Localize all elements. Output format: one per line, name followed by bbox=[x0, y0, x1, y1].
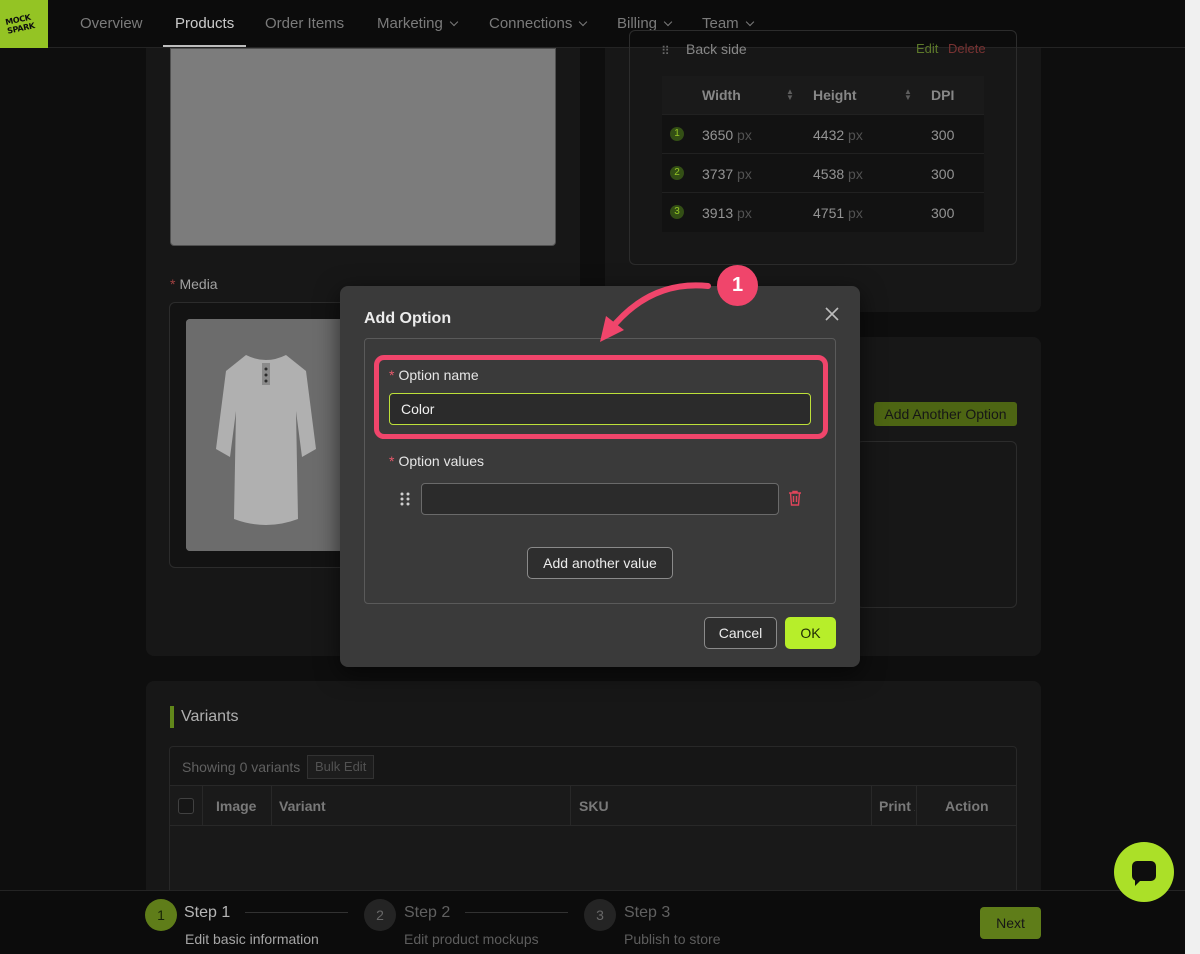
option-values-label: * Option values bbox=[389, 453, 485, 469]
close-icon[interactable] bbox=[822, 304, 842, 324]
dialog-title: Add Option bbox=[364, 310, 452, 327]
drag-handle-icon[interactable] bbox=[399, 491, 411, 507]
page-scrollbar[interactable] bbox=[1185, 0, 1200, 954]
add-another-value-button[interactable]: Add another value bbox=[527, 547, 673, 579]
cancel-button[interactable]: Cancel bbox=[704, 617, 777, 649]
option-value-input[interactable] bbox=[421, 483, 779, 515]
ok-button[interactable]: OK bbox=[785, 617, 836, 649]
annotation-highlight bbox=[374, 355, 828, 439]
trash-icon[interactable] bbox=[788, 490, 802, 506]
annotation-step-badge: 1 bbox=[717, 265, 758, 306]
annotation-arrow-icon bbox=[600, 282, 711, 342]
